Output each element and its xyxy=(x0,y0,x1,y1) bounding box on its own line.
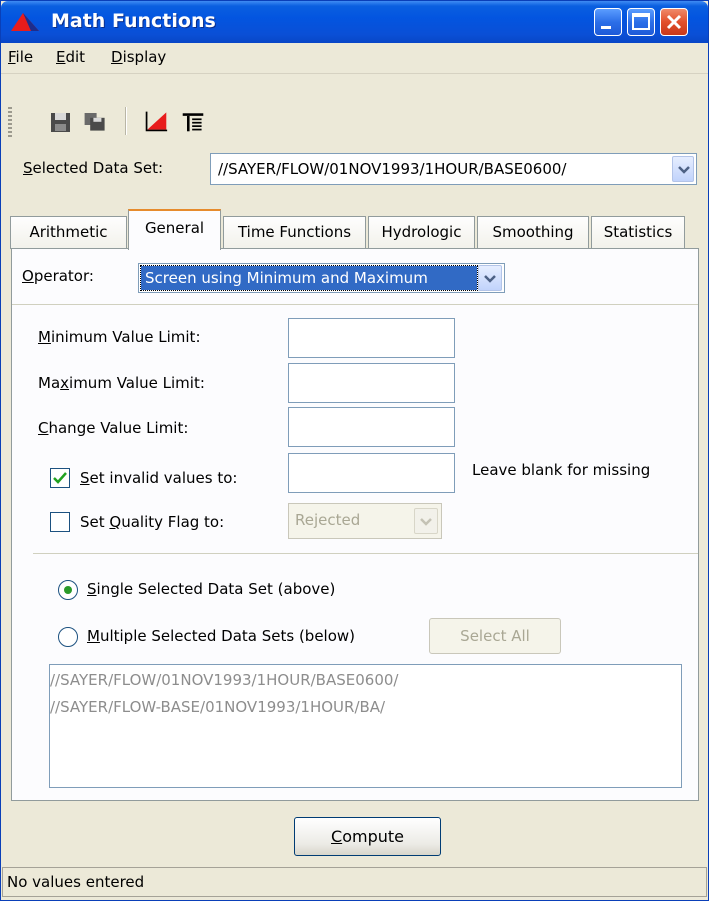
minimize-button[interactable] xyxy=(594,8,622,36)
set-invalid-values-label[interactable]: Set invalid values to: xyxy=(80,469,237,487)
tab-time-functions[interactable]: Time Functions xyxy=(223,216,366,249)
select-all-button[interactable]: Select All xyxy=(429,618,561,654)
status-bar: No values entered xyxy=(2,867,707,897)
app-icon xyxy=(11,13,39,31)
compute-mnemonic: C xyxy=(331,827,343,846)
single-mnemonic: S xyxy=(87,580,97,598)
menu-file[interactable]: File xyxy=(8,48,33,66)
menu-bar: File Edit Display xyxy=(1,43,708,73)
leave-blank-hint: Leave blank for missing xyxy=(472,461,651,479)
multiple-mnemonic: M xyxy=(87,627,100,645)
operator-label: Operator: xyxy=(22,267,94,285)
change-value-label: Change Value Limit: xyxy=(38,419,188,437)
menu-file-label: ile xyxy=(15,48,34,66)
tab-arithmetic[interactable]: Arithmetic xyxy=(10,216,127,249)
toolbar xyxy=(1,73,708,103)
set-invalid-values-checkbox[interactable] xyxy=(50,468,70,488)
menu-display[interactable]: Display xyxy=(111,48,166,66)
operator-value: Screen using Minimum and Maximum xyxy=(140,265,478,291)
set-quality-label-text: uality Flag to: xyxy=(121,513,225,531)
operator-select[interactable]: Screen using Minimum and Maximum xyxy=(138,263,505,293)
selected-data-set-combo[interactable]: //SAYER/FLOW/01NOV1993/1HOUR/BASE0600/ xyxy=(210,153,697,185)
invalid-value-field[interactable] xyxy=(288,453,455,493)
tabulate-icon[interactable] xyxy=(181,107,205,135)
operator-label-text: perator: xyxy=(33,267,94,285)
change-label-text: hange Value Limit: xyxy=(48,419,189,437)
maximum-label-text: imum Value Limit: xyxy=(69,374,205,392)
compute-label: ompute xyxy=(342,827,404,846)
checkmark-icon xyxy=(53,472,67,484)
change-value-field[interactable] xyxy=(288,407,455,447)
maximize-icon xyxy=(632,13,650,30)
maximum-label-prefix: Ma xyxy=(38,374,61,392)
operator-dropdown-button[interactable] xyxy=(478,265,502,291)
menu-display-label: isplay xyxy=(122,48,167,66)
minimum-value-label: Minimum Value Limit: xyxy=(38,328,201,346)
maximum-value-field[interactable] xyxy=(288,363,455,403)
selected-data-set-value: //SAYER/FLOW/01NOV1993/1HOUR/BASE0600/ xyxy=(218,160,567,178)
menu-display-mnemonic: D xyxy=(111,48,123,66)
minimum-label-text: inimum Value Limit: xyxy=(50,328,201,346)
toolbar-grip[interactable] xyxy=(8,107,12,137)
set-quality-flag-label[interactable]: Set Quality Flag to: xyxy=(80,513,224,531)
list-item[interactable]: //SAYER/FLOW/01NOV1993/1HOUR/BASE0600/ xyxy=(50,671,398,689)
scope-divider xyxy=(33,553,698,554)
set-invalid-label-text: et invalid values to: xyxy=(89,469,238,487)
set-quality-flag-checkbox[interactable] xyxy=(50,512,70,532)
maximize-button[interactable] xyxy=(627,8,655,36)
chevron-down-icon xyxy=(678,166,690,174)
quality-flag-select[interactable]: Rejected xyxy=(288,503,442,539)
save-as-icon[interactable] xyxy=(83,107,107,135)
tab-hydrologic[interactable]: Hydrologic xyxy=(368,216,475,249)
maximum-mnemonic: x xyxy=(60,374,70,392)
maximum-value-label: Maximum Value Limit: xyxy=(38,374,205,392)
window-title: Math Functions xyxy=(51,10,216,32)
plot-icon[interactable] xyxy=(144,107,168,135)
selected-data-set-dropdown-button[interactable] xyxy=(672,156,694,182)
quality-flag-dropdown-button[interactable] xyxy=(414,508,438,534)
quality-flag-value: Rejected xyxy=(295,511,361,529)
menu-edit[interactable]: Edit xyxy=(56,48,85,66)
list-item[interactable]: //SAYER/FLOW-BASE/01NOV1993/1HOUR/BA/ xyxy=(50,698,385,716)
tab-general[interactable]: General xyxy=(128,209,221,250)
radio-selected-dot xyxy=(64,586,72,594)
title-bar[interactable]: Math Functions xyxy=(1,1,708,43)
tab-row: Arithmetic General Time Functions Hydrol… xyxy=(1,209,708,250)
data-sets-list[interactable]: //SAYER/FLOW/01NOV1993/1HOUR/BASE0600/ /… xyxy=(49,664,682,788)
set-quality-mnemonic: Q xyxy=(109,513,122,531)
change-mnemonic: C xyxy=(38,419,49,437)
selected-data-set-label: Selected Data Set: xyxy=(23,159,163,177)
set-invalid-mnemonic: S xyxy=(80,469,90,487)
multiple-data-sets-label[interactable]: Multiple Selected Data Sets (below) xyxy=(87,627,355,645)
status-text: No values entered xyxy=(7,873,145,891)
minimum-value-field[interactable] xyxy=(288,318,455,358)
selected-data-set-label-text: elected Data Set: xyxy=(32,159,164,177)
menu-file-mnemonic: F xyxy=(8,48,16,66)
chevron-down-icon xyxy=(484,275,496,283)
multiple-data-sets-radio[interactable] xyxy=(58,627,78,647)
minimum-mnemonic: M xyxy=(38,328,51,346)
menu-edit-label: dit xyxy=(65,48,86,66)
single-data-set-label[interactable]: Single Selected Data Set (above) xyxy=(87,580,335,598)
set-quality-label-prefix: Set xyxy=(80,513,110,531)
toolbar-separator xyxy=(125,107,127,135)
tab-statistics[interactable]: Statistics xyxy=(591,216,685,249)
selected-data-set-mnemonic: S xyxy=(23,159,33,177)
single-data-set-radio[interactable] xyxy=(58,580,78,600)
close-button[interactable] xyxy=(660,8,688,36)
close-icon xyxy=(666,14,682,30)
math-functions-window: Math Functions File Edit Display Selecte… xyxy=(0,0,709,901)
operator-divider xyxy=(12,304,698,305)
multiple-label-text: ultiple Selected Data Sets (below) xyxy=(99,627,356,645)
single-label-text: ingle Selected Data Set (above) xyxy=(96,580,336,598)
operator-mnemonic: O xyxy=(22,267,34,285)
tab-smoothing[interactable]: Smoothing xyxy=(477,216,589,249)
save-icon[interactable] xyxy=(49,107,73,135)
minimize-icon xyxy=(601,26,611,29)
chevron-down-icon xyxy=(420,518,432,526)
compute-button[interactable]: Compute xyxy=(294,817,441,856)
